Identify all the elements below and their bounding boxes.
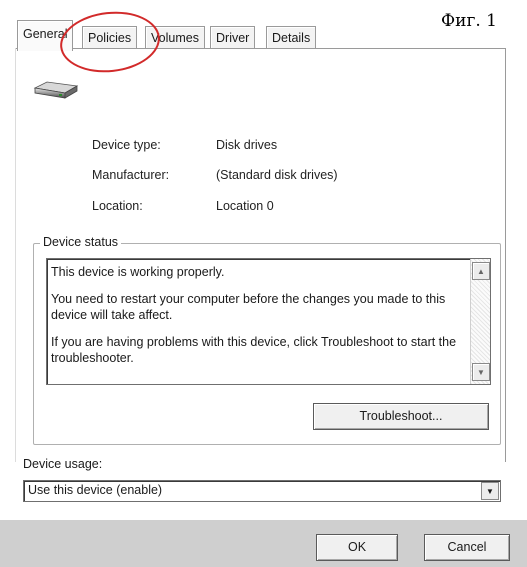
tab-strip-border — [15, 48, 506, 49]
troubleshoot-button[interactable]: Troubleshoot... — [313, 403, 489, 430]
device-usage-label: Device usage: — [23, 457, 103, 471]
ok-button[interactable]: OK — [316, 534, 398, 561]
tab-driver[interactable]: Driver — [210, 26, 256, 49]
device-usage-value: Use this device (enable) — [28, 483, 163, 497]
tab-general[interactable]: General — [17, 20, 74, 51]
location-value: Location 0 — [216, 199, 274, 213]
manufacturer-label: Manufacturer: — [92, 168, 170, 182]
device-type-label: Device type: — [92, 138, 161, 152]
panel-border-left — [15, 48, 16, 462]
device-type-value: Disk drives — [216, 138, 278, 152]
status-paragraph: If you are having problems with this dev… — [51, 335, 457, 365]
device-status-title: Device status — [40, 235, 122, 249]
status-paragraph: You need to restart your computer before… — [51, 292, 446, 322]
figure-label: Фиг. 1 — [441, 11, 497, 31]
scroll-down-arrow-icon[interactable]: ▼ — [472, 363, 490, 381]
manufacturer-value: (Standard disk drives) — [216, 168, 338, 182]
tab-volumes[interactable]: Volumes — [145, 26, 205, 49]
chevron-down-icon[interactable]: ▼ — [481, 482, 499, 500]
panel-border-right — [505, 48, 506, 462]
tab-details[interactable]: Details — [266, 26, 317, 49]
scroll-up-arrow-icon[interactable]: ▲ — [472, 262, 490, 280]
device-status-text: This device is working properly. You nee… — [51, 264, 461, 377]
location-label: Location: — [92, 199, 143, 213]
device-usage-select[interactable]: Use this device (enable) ▼ — [23, 480, 501, 502]
status-paragraph: This device is working properly. — [51, 265, 225, 279]
status-scrollbar[interactable]: ▲ ▼ — [470, 259, 490, 384]
tab-policies[interactable]: Policies — [82, 26, 138, 49]
hard-drive-icon — [33, 80, 79, 103]
cancel-button[interactable]: Cancel — [424, 534, 510, 561]
device-status-textbox[interactable]: This device is working properly. You nee… — [46, 258, 491, 385]
